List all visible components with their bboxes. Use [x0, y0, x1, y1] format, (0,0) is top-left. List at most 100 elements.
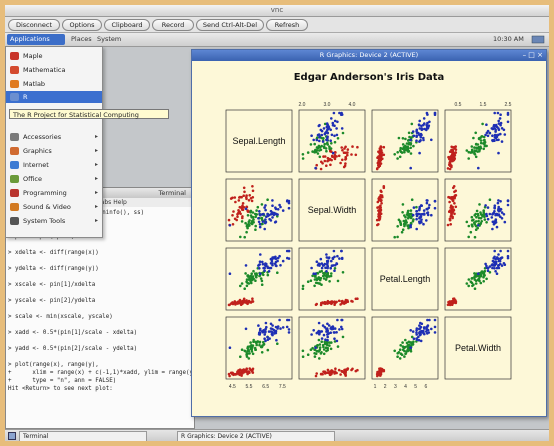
data-point-setosa [328, 373, 332, 377]
data-point-virginica [261, 220, 265, 223]
menu-item-system-tools[interactable]: System Tools ▸ [6, 215, 102, 227]
x-tick-label: 1.5 [480, 102, 487, 108]
data-point-virginica [329, 266, 332, 270]
menu-item-office[interactable]: Office ▸ [6, 173, 102, 185]
network-icon[interactable] [531, 35, 547, 44]
data-point-virginica [312, 272, 315, 275]
menu-item-programming[interactable]: Programming ▸ [6, 187, 102, 199]
options-button[interactable]: Options [62, 19, 102, 31]
data-point-virginica [323, 325, 327, 329]
disconnect-button[interactable]: Disconnect [8, 19, 60, 31]
clock[interactable]: 10:30 AM [493, 35, 524, 43]
data-point-versicolor [482, 147, 486, 151]
data-point-setosa [248, 367, 251, 370]
show-desktop-icon[interactable] [8, 432, 16, 440]
places-menu[interactable]: Places [71, 35, 92, 43]
send-ctrl-alt-del-button[interactable]: Send Ctrl-Alt-Del [196, 19, 264, 31]
menu-item-mathematica[interactable]: Mathematica [6, 64, 102, 76]
data-point-versicolor [470, 145, 474, 148]
data-point-versicolor [260, 351, 264, 354]
data-point-versicolor [245, 284, 249, 288]
data-point-virginica [330, 264, 334, 267]
refresh-button[interactable]: Refresh [266, 19, 308, 31]
data-point-versicolor [477, 277, 481, 280]
data-point-virginica [426, 113, 429, 116]
data-point-versicolor [243, 349, 246, 353]
menu-item-accessories[interactable]: Accessories ▸ [6, 131, 102, 143]
data-point-virginica [415, 333, 418, 336]
data-point-virginica [497, 133, 500, 137]
clipboard-button[interactable]: Clipboard [104, 19, 150, 31]
data-point-virginica [423, 332, 426, 336]
menu-item-internet[interactable]: Internet ▸ [6, 159, 102, 171]
data-point-versicolor [472, 283, 475, 286]
data-point-versicolor [412, 218, 415, 221]
data-point-versicolor [478, 203, 481, 206]
data-point-virginica [314, 346, 317, 350]
r-graphics-window[interactable]: R Graphics: Device 2 (ACTIVE) – □ × Edga… [191, 49, 547, 417]
data-point-virginica [271, 256, 274, 259]
programming-icon [10, 189, 19, 197]
system-menu[interactable]: System [97, 35, 121, 43]
data-point-virginica [317, 321, 321, 325]
data-point-virginica [315, 138, 319, 142]
data-point-virginica [423, 127, 426, 131]
menu-item-matlab[interactable]: Matlab [6, 78, 102, 90]
data-point-virginica [269, 219, 273, 222]
data-point-setosa [314, 374, 318, 378]
data-point-virginica [278, 318, 281, 322]
bottom-panel: Terminal R Graphics: Device 2 (ACTIVE) [5, 429, 549, 441]
data-point-virginica [257, 324, 260, 327]
terminal-line: > plot(range(x), range(y), [8, 362, 99, 368]
taskbar-terminal[interactable]: Terminal [19, 431, 147, 441]
menu-item-graphics[interactable]: Graphics ▸ [6, 145, 102, 157]
data-point-virginica [491, 139, 495, 143]
data-point-virginica [502, 262, 506, 265]
data-point-versicolor [477, 147, 480, 150]
data-point-setosa [227, 372, 231, 376]
data-point-virginica [496, 201, 500, 205]
data-point-virginica [409, 346, 412, 350]
data-point-virginica [259, 327, 262, 331]
data-point-virginica [318, 136, 321, 139]
data-point-virginica [495, 125, 499, 129]
applications-menu-button[interactable]: Applications [7, 34, 65, 45]
data-point-setosa [346, 151, 349, 154]
data-point-versicolor [321, 274, 325, 278]
x-tick-label: 4.5 [229, 384, 236, 390]
terminal-line: > xadd <- 0.5*(pin[1]/scale - xdelta) [8, 330, 138, 336]
submenu-arrow-icon: ▸ [94, 203, 98, 210]
data-point-virginica [426, 211, 430, 214]
data-point-virginica [326, 332, 330, 336]
data-point-versicolor [477, 219, 480, 223]
data-point-virginica [409, 329, 412, 332]
taskbar-r-graphics[interactable]: R Graphics: Device 2 (ACTIVE) [177, 431, 335, 441]
data-point-setosa [350, 153, 353, 156]
data-point-virginica [267, 330, 271, 333]
data-point-versicolor [248, 224, 251, 227]
terminal-line: > scale <- min(xscale, yscale) [8, 314, 113, 320]
menu-item-sound-video[interactable]: Sound & Video ▸ [6, 201, 102, 213]
data-point-versicolor [404, 352, 408, 355]
data-point-virginica [314, 166, 317, 170]
panel-variable-label: Sepal.Length [232, 136, 285, 146]
data-point-setosa [375, 218, 379, 222]
data-point-setosa [236, 302, 239, 305]
record-button[interactable]: Record [152, 19, 194, 31]
submenu-arrow-icon: ▸ [94, 217, 98, 224]
data-point-versicolor [315, 277, 319, 280]
data-point-versicolor [319, 148, 323, 152]
x-tick-label: 6 [424, 384, 427, 390]
data-point-setosa [227, 218, 231, 222]
menu-item-maple[interactable]: Maple [6, 50, 102, 62]
data-point-virginica [333, 134, 336, 138]
submenu-arrow-icon: ▸ [94, 175, 98, 182]
data-point-versicolor [470, 215, 474, 219]
data-point-virginica [491, 259, 495, 263]
data-point-virginica [491, 212, 495, 215]
data-point-virginica [422, 138, 425, 142]
data-point-virginica [417, 335, 420, 339]
data-point-versicolor [239, 284, 242, 288]
menu-item-r[interactable]: R [6, 91, 102, 103]
x-tick-label: 2 [384, 384, 387, 390]
